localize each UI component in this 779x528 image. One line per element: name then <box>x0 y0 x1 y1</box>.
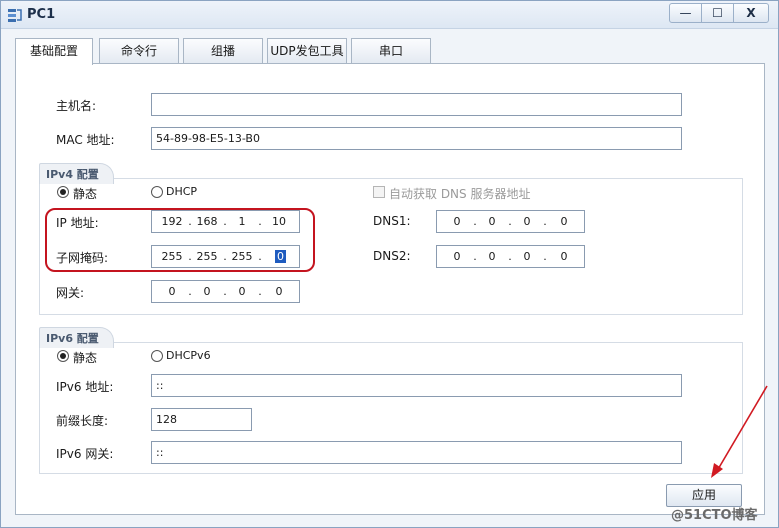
ipv6-address-input[interactable]: :: <box>151 374 682 397</box>
ip-dot: . <box>258 285 262 298</box>
ipv4-dhcp-label: DHCP <box>166 185 198 198</box>
dns1-label: DNS1: <box>373 214 411 228</box>
title-bar[interactable]: PC1 — ☐ X <box>1 1 778 29</box>
ipv4-group-title: IPv4 配置 <box>39 163 114 184</box>
ipv4-static-label: 静态 <box>73 187 98 201</box>
dns1-octet-3: 0 <box>523 215 531 228</box>
gw-octet-3: 0 <box>238 285 246 298</box>
tab-udp-tool[interactable]: UDP发包工具 <box>267 38 347 64</box>
window-title: PC1 <box>27 7 56 22</box>
ipv6-dhcp-label: DHCPv6 <box>166 349 211 362</box>
hostname-input[interactable] <box>151 93 682 116</box>
maximize-button[interactable]: ☐ <box>701 3 734 23</box>
ip-dot: . <box>473 215 477 228</box>
network-pc-icon <box>8 9 22 22</box>
gateway-label: 网关: <box>56 286 85 300</box>
gw-octet-1: 0 <box>168 285 176 298</box>
mac-input[interactable]: 54-89-98-E5-13-B0 <box>151 127 682 150</box>
ip-dot: . <box>223 285 227 298</box>
ipv6-gateway-input[interactable]: :: <box>151 441 682 464</box>
dns2-octet-4: 0 <box>560 250 568 263</box>
ipv6-gateway-label: IPv6 网关: <box>56 447 114 461</box>
gw-octet-4: 0 <box>275 285 283 298</box>
dns2-octet-1: 0 <box>453 250 461 263</box>
ip-dot: . <box>543 215 547 228</box>
ipv4-static-radio[interactable] <box>57 186 69 198</box>
watermark: @51CTO博客 <box>671 508 758 523</box>
prefix-length-input[interactable]: 128 <box>151 408 252 431</box>
tab-command-line[interactable]: 命令行 <box>99 38 179 64</box>
tab-multicast[interactable]: 组播 <box>183 38 263 64</box>
gw-octet-2: 0 <box>203 285 211 298</box>
hostname-label: 主机名: <box>56 99 97 113</box>
dns2-octet-3: 0 <box>523 250 531 263</box>
dns1-input[interactable]: 0 . 0 . 0 . 0 <box>436 210 585 233</box>
ipv6-dhcp-radio[interactable] <box>151 350 163 362</box>
ip-dot: . <box>508 250 512 263</box>
pc1-window: PC1 — ☐ X 基础配置 命令行 组播 UDP发包工具 串口 主机名: MA… <box>0 0 779 528</box>
ip-dot: . <box>473 250 477 263</box>
ipv6-static-label: 静态 <box>73 351 98 365</box>
ipv6-address-label: IPv6 地址: <box>56 380 114 394</box>
minimize-button[interactable]: — <box>669 3 702 23</box>
dns1-octet-4: 0 <box>560 215 568 228</box>
dns2-label: DNS2: <box>373 249 411 263</box>
gateway-input[interactable]: 0 . 0 . 0 . 0 <box>151 280 300 303</box>
annotation-highlight-box <box>45 208 315 272</box>
dns2-octet-2: 0 <box>488 250 496 263</box>
ip-dot: . <box>543 250 547 263</box>
ipv4-dhcp-radio[interactable] <box>151 186 163 198</box>
ip-dot: . <box>188 285 192 298</box>
tab-basic-config[interactable]: 基础配置 <box>15 38 93 65</box>
mac-label: MAC 地址: <box>56 133 115 147</box>
dns2-input[interactable]: 0 . 0 . 0 . 0 <box>436 245 585 268</box>
auto-dns-checkbox[interactable] <box>373 186 385 198</box>
dns1-octet-2: 0 <box>488 215 496 228</box>
close-button[interactable]: X <box>733 3 769 23</box>
annotation-arrow-icon <box>711 385 768 478</box>
prefix-length-label: 前缀长度: <box>56 414 109 428</box>
tab-serial[interactable]: 串口 <box>351 38 431 64</box>
ipv6-static-radio[interactable] <box>57 350 69 362</box>
dns1-octet-1: 0 <box>453 215 461 228</box>
ip-dot: . <box>508 215 512 228</box>
ipv6-group-title: IPv6 配置 <box>39 327 114 348</box>
auto-dns-label: 自动获取 DNS 服务器地址 <box>389 187 531 201</box>
